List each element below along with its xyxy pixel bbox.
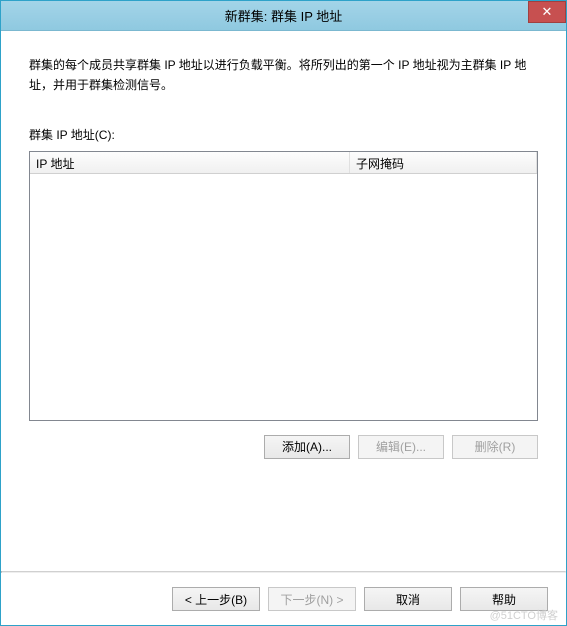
titlebar: 新群集: 群集 IP 地址 ✕	[1, 1, 566, 31]
edit-button: 编辑(E)...	[358, 435, 444, 459]
listview-header: IP 地址 子网掩码	[30, 152, 537, 174]
description-text: 群集的每个成员共享群集 IP 地址以进行负载平衡。将所列出的第一个 IP 地址视…	[29, 55, 538, 96]
column-header-mask[interactable]: 子网掩码	[350, 152, 537, 173]
cancel-button[interactable]: 取消	[364, 587, 452, 611]
help-button[interactable]: 帮助	[460, 587, 548, 611]
close-button[interactable]: ✕	[528, 1, 566, 23]
add-button[interactable]: 添加(A)...	[264, 435, 350, 459]
wizard-footer: < 上一步(B) 下一步(N) > 取消 帮助 @51CTO博客	[1, 573, 566, 625]
back-button[interactable]: < 上一步(B)	[172, 587, 260, 611]
next-button: 下一步(N) >	[268, 587, 356, 611]
dialog-window: 新群集: 群集 IP 地址 ✕ 群集的每个成员共享群集 IP 地址以进行负载平衡…	[0, 0, 567, 626]
ip-list-label: 群集 IP 地址(C):	[29, 126, 538, 143]
remove-button: 删除(R)	[452, 435, 538, 459]
column-header-ip[interactable]: IP 地址	[30, 152, 350, 173]
window-title: 新群集: 群集 IP 地址	[225, 6, 343, 25]
close-icon: ✕	[542, 4, 553, 20]
content-area: 群集的每个成员共享群集 IP 地址以进行负载平衡。将所列出的第一个 IP 地址视…	[1, 31, 566, 571]
ip-address-listview[interactable]: IP 地址 子网掩码	[29, 151, 538, 421]
list-action-row: 添加(A)... 编辑(E)... 删除(R)	[29, 435, 538, 459]
